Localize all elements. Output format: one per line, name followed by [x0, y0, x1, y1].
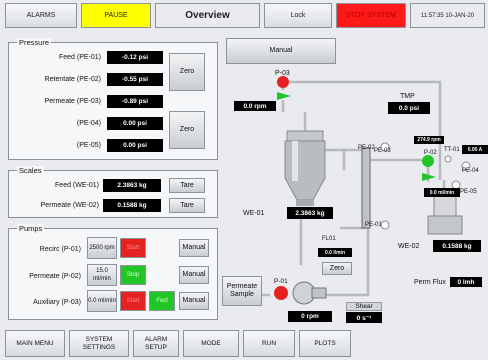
system-settings-button[interactable]: SYSTEM SETTINGS [69, 330, 129, 357]
pump-p01-icon [274, 281, 327, 305]
pe03-label: PE-03 [374, 148, 391, 154]
p02-flow-value: 0.0 ml/min [424, 188, 460, 197]
pe01-label: PE-01 [365, 222, 382, 228]
p01-label: P-01 [274, 278, 288, 285]
p01-rpm-value: 0 rpm [288, 311, 332, 322]
pump-p03-direction-icon [277, 92, 291, 100]
fl01-value: 0.0 l/min [318, 248, 352, 257]
tt01-sensor-icon [444, 155, 452, 163]
mode-button[interactable]: MODE [183, 330, 239, 357]
tmp-value: 0.0 psi [388, 102, 430, 114]
permeate-vessel [427, 195, 463, 235]
tt01-value: 0.00 A [462, 145, 488, 154]
main-menu-button[interactable]: MAIN MENU [5, 330, 65, 357]
pe05-label: PE-05 [460, 189, 477, 195]
tmp-label: TMP [400, 93, 415, 100]
pe02-label: PE-02 [358, 145, 375, 151]
we01-label: WE-01 [243, 210, 265, 217]
run-button[interactable]: RUN [243, 330, 295, 357]
pump-p03-status-icon [277, 76, 289, 88]
we01-value: 2.3863 kg [287, 207, 333, 219]
tt01-label: TT-01 [444, 147, 460, 153]
fl01-zero-button[interactable]: Zero [322, 262, 352, 275]
perm-flux-value: 0 lmh [450, 277, 482, 287]
we02-value: 0.1588 kg [433, 240, 481, 252]
membrane-module [361, 147, 371, 229]
p02-rpm-value: 274.9 rpm [414, 136, 444, 144]
p03-label: P-03 [275, 70, 290, 77]
shear-label: Shear [346, 302, 382, 311]
manual-mode-button[interactable]: Manual [226, 38, 336, 64]
feed-tank [284, 130, 326, 206]
pe01-sensor-icon [380, 220, 390, 230]
p03-rpm-value: 0.0 rpm [234, 101, 276, 111]
alarm-setup-button[interactable]: ALARM SETUP [133, 330, 179, 357]
pe04-label: PE-04 [462, 168, 479, 174]
permeate-sample-button[interactable]: Permeate Sample [222, 276, 262, 306]
pump-p02-status-icon [422, 155, 434, 167]
plots-button[interactable]: PLOTS [299, 330, 351, 357]
p02-label: P-02 [424, 150, 437, 156]
shear-value: 0 s⁻¹ [346, 312, 382, 323]
fl01-label: FL01 [322, 236, 336, 242]
perm-flux-label: Perm Flux [414, 279, 446, 286]
we02-label: WE-02 [398, 243, 420, 250]
